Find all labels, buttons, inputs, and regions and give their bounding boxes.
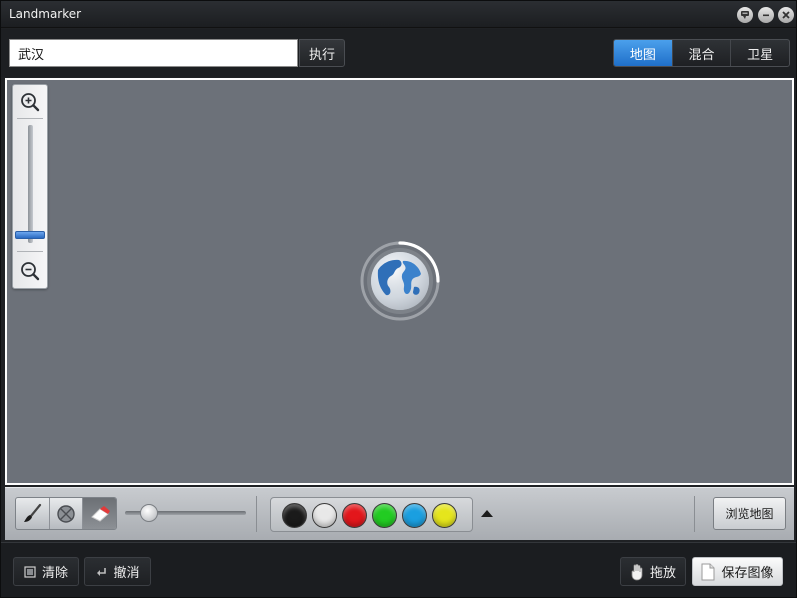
browse-map-button[interactable]: 浏览地图 <box>713 497 786 530</box>
color-swatch[interactable] <box>312 503 337 528</box>
clear-label: 清除 <box>41 566 68 581</box>
zoom-in-icon <box>21 93 40 112</box>
title-bar: Landmarker <box>1 1 796 28</box>
save-image-button[interactable]: 保存图像 <box>692 557 783 586</box>
color-swatch[interactable] <box>342 503 367 528</box>
map-view[interactable] <box>5 78 794 485</box>
color-swatch[interactable] <box>282 503 307 528</box>
drawing-tools <box>15 497 117 530</box>
zoom-slider-track[interactable] <box>28 125 33 243</box>
clear-icon <box>24 565 36 578</box>
color-swatch[interactable] <box>372 503 397 528</box>
eraser-icon <box>90 505 110 522</box>
bottom-bar: 清除 撤消 拖放 保存图像 <box>1 542 796 597</box>
undo-icon <box>97 567 107 576</box>
drag-label: 拖放 <box>649 566 676 581</box>
no-fill-icon <box>57 504 75 523</box>
color-swatch[interactable] <box>402 503 427 528</box>
minimize-button[interactable] <box>758 7 774 23</box>
triangle-up-icon[interactable] <box>481 510 493 517</box>
zoom-slider-thumb[interactable] <box>15 230 45 239</box>
separator <box>256 496 257 532</box>
map-type-hybrid[interactable]: 混合 <box>671 40 731 66</box>
minimize-icon <box>763 14 769 17</box>
undo-label: 撤消 <box>113 566 140 581</box>
separator <box>694 496 695 532</box>
drag-button[interactable]: 拖放 <box>620 557 686 586</box>
close-icon <box>782 11 790 19</box>
zoom-control <box>12 84 48 289</box>
search-row: 执行 地图 混合 卫星 <box>1 29 796 77</box>
window-title: Landmarker <box>9 7 82 21</box>
drawing-toolbar: 浏览地图 <box>5 487 794 540</box>
undo-button[interactable]: 撤消 <box>84 557 151 586</box>
app-window: Landmarker 执行 地图 混合 卫星 <box>0 0 797 598</box>
zoom-divider <box>17 118 43 119</box>
zoom-out-button[interactable] <box>17 258 43 284</box>
document-icon <box>701 563 715 580</box>
zoom-out-icon <box>21 262 40 281</box>
map-type-satellite[interactable]: 卫星 <box>730 40 789 66</box>
color-swatch[interactable] <box>432 503 457 528</box>
globe-loading-icon <box>359 240 441 322</box>
eraser-tool[interactable] <box>82 498 116 529</box>
brush-size-thumb[interactable] <box>140 504 159 522</box>
map-type-switch: 地图 混合 卫星 <box>613 39 790 67</box>
feedback-icon <box>741 11 749 19</box>
search-input[interactable] <box>9 39 298 67</box>
color-palette <box>270 497 473 532</box>
map-type-map[interactable]: 地图 <box>614 40 672 66</box>
clear-button[interactable]: 清除 <box>13 557 79 586</box>
no-fill-tool[interactable] <box>48 498 83 529</box>
zoom-in-button[interactable] <box>17 89 43 115</box>
brush-icon <box>24 503 42 522</box>
hand-icon <box>631 563 643 580</box>
zoom-divider <box>17 251 43 252</box>
brush-tool[interactable] <box>16 498 49 529</box>
feedback-button[interactable] <box>737 7 753 23</box>
save-image-label: 保存图像 <box>721 566 774 581</box>
execute-button[interactable]: 执行 <box>299 39 345 67</box>
close-button[interactable] <box>778 7 794 23</box>
